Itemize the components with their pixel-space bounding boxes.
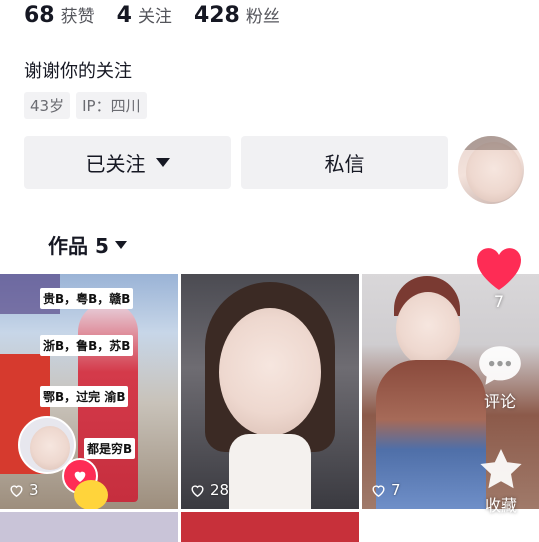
video-likes-count: 3 <box>29 481 39 499</box>
comment-icon <box>479 346 521 385</box>
profile-tags: 43岁 IP：四川 <box>24 92 147 119</box>
stat-following-label: 关注 <box>137 7 172 27</box>
face <box>396 292 460 366</box>
video-overlay-text: 浙B，鲁B，苏B <box>40 335 134 356</box>
following-button-label: 已关注 <box>85 152 146 176</box>
chevron-down-icon <box>155 158 170 167</box>
age-tag: 43岁 <box>24 92 71 119</box>
video-overlay-text: 都是穷B <box>84 438 136 459</box>
lace-collar <box>229 434 311 509</box>
video-likes-count: 28 <box>210 481 230 499</box>
like-action[interactable]: 7 <box>473 246 525 311</box>
like-action-count: 7 <box>493 292 505 311</box>
favorite-action[interactable]: 收藏 <box>477 446 525 516</box>
star-icon <box>480 449 522 489</box>
stat-likes-label: 获赞 <box>60 7 95 27</box>
heart-icon <box>477 248 521 290</box>
profile-stats: 68 获赞 4 关注 428 粉丝 <box>24 2 302 28</box>
chevron-down-icon <box>114 240 127 249</box>
stat-likes-count: 68 <box>24 3 55 28</box>
face <box>219 308 321 436</box>
video-thumbnail <box>362 512 539 542</box>
heart-outline-icon <box>191 484 204 497</box>
avatar-hair <box>458 136 524 150</box>
video-likes-count: 7 <box>391 481 401 499</box>
works-tab-label: 作品 5 <box>48 234 109 258</box>
video-thumbnail[interactable]: 贵B，粤B，赣B 浙B，鲁B，苏B 鄂B，过完 渝B 都是穷B 3 <box>0 274 178 509</box>
ip-location-tag: IP：四川 <box>76 92 147 119</box>
following-button[interactable]: 已关注 <box>24 136 231 189</box>
heart-outline-icon <box>10 484 23 497</box>
video-thumbnail[interactable] <box>0 512 178 542</box>
emoji-icon <box>74 480 108 509</box>
video-overlay-text: 贵B，粤B，赣B <box>40 288 134 309</box>
stat-following[interactable]: 4 关注 <box>117 2 172 28</box>
profile-bio: 谢谢你的关注 <box>24 61 132 82</box>
stat-followers-count: 428 <box>193 3 240 28</box>
stat-following-count: 4 <box>116 3 132 28</box>
video-grid: 贵B，粤B，赣B 浙B，鲁B，苏B 鄂B，过完 渝B 都是穷B 3 28 7 <box>0 274 539 542</box>
video-likes: 7 <box>370 481 401 499</box>
avatar[interactable] <box>458 136 524 204</box>
video-thumbnail[interactable] <box>181 512 359 542</box>
avatar-face <box>30 426 70 470</box>
message-button[interactable]: 私信 <box>241 136 448 189</box>
stat-followers[interactable]: 428 粉丝 <box>194 2 280 28</box>
heart-outline-icon <box>372 484 385 497</box>
favorite-action-label: 收藏 <box>484 496 517 515</box>
video-overlay-text: 鄂B，过完 渝B <box>40 386 129 407</box>
stat-likes[interactable]: 68 获赞 <box>24 2 95 28</box>
message-button-label: 私信 <box>324 152 365 176</box>
video-likes: 28 <box>189 481 229 499</box>
comment-action-label: 评论 <box>483 392 516 411</box>
works-tab[interactable]: 作品 5 <box>48 230 127 259</box>
video-likes: 3 <box>8 481 39 499</box>
avatar-face <box>466 142 522 202</box>
video-thumbnail[interactable]: 28 <box>181 274 359 509</box>
comment-action[interactable]: 评论 <box>475 342 525 412</box>
stat-followers-label: 粉丝 <box>245 7 280 27</box>
